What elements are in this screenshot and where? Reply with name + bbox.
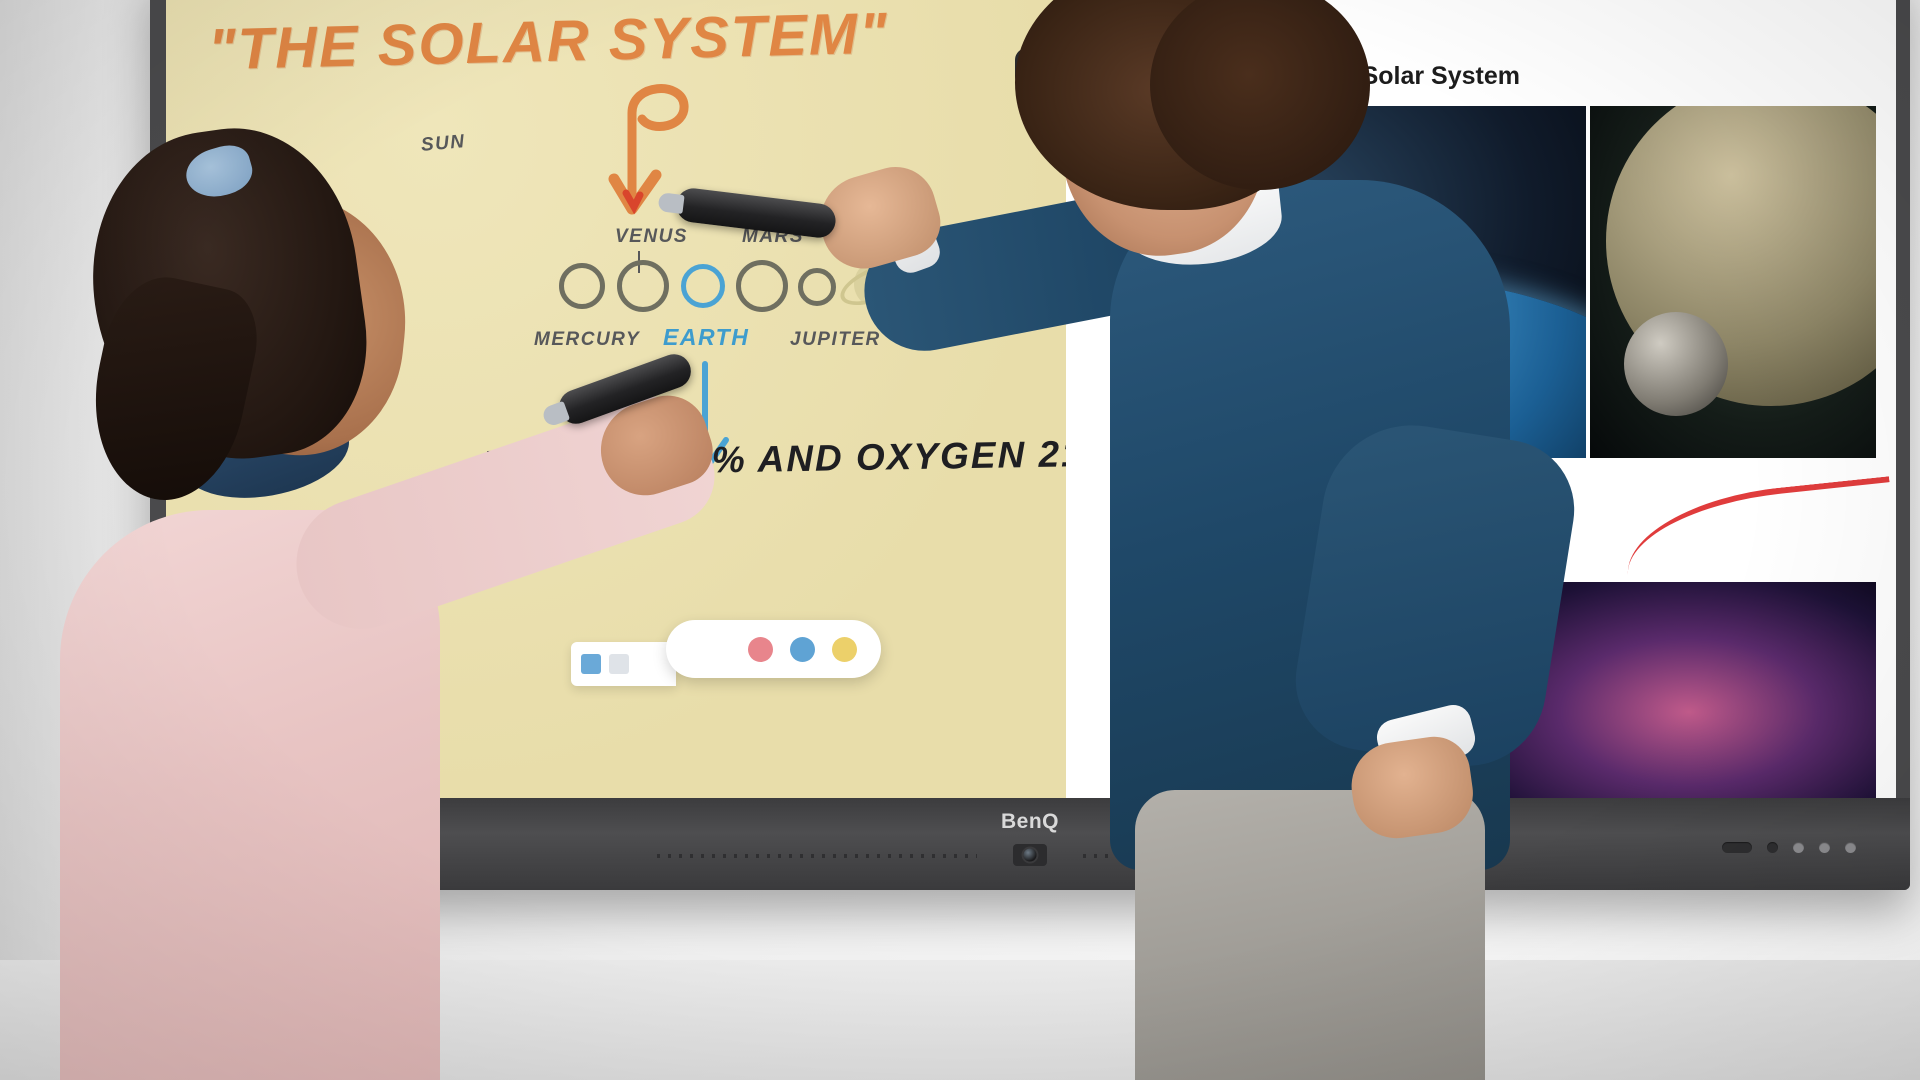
- planet-label-venus: VENUS: [615, 226, 688, 247]
- planet-circle-earth[interactable]: [681, 264, 725, 308]
- bezel-control-cluster[interactable]: [1722, 842, 1856, 853]
- color-palette-toolbar[interactable]: [666, 620, 881, 678]
- ir-sensor-icon: [1767, 842, 1778, 853]
- planet-label-earth: EARTH: [663, 324, 750, 350]
- tool-eraser-icon[interactable]: [609, 654, 629, 674]
- menu-button[interactable]: [1819, 842, 1830, 853]
- toolbar-tool-tray[interactable]: [571, 642, 676, 686]
- planet-label-sun: SUN: [420, 131, 467, 156]
- tool-shape-icon[interactable]: [581, 654, 601, 674]
- blue-swatch[interactable]: [790, 636, 815, 662]
- planet-label-jupiter: JUPITER: [790, 329, 881, 350]
- nfc-sensor-icon[interactable]: [1722, 842, 1752, 853]
- webcam-icon: [1013, 844, 1047, 866]
- planet-circle-venus[interactable]: [617, 260, 669, 312]
- board-title: "THE SOLAR SYSTEM": [207, 0, 890, 83]
- saturn-and-moon-image: [1590, 106, 1876, 458]
- planet-circle-mars[interactable]: [736, 260, 788, 312]
- yellow-swatch[interactable]: [832, 636, 857, 662]
- power-button[interactable]: [1845, 842, 1856, 853]
- pink-swatch[interactable]: [748, 636, 773, 662]
- planet-label-mercury: MERCURY: [534, 329, 641, 350]
- planet-circle-jupiter[interactable]: [798, 268, 836, 306]
- planet-circle-mercury[interactable]: [559, 263, 605, 309]
- microphone-grille-left: [657, 854, 978, 858]
- power-led-icon: [1793, 842, 1804, 853]
- benq-brand-logo: BenQ: [1000, 810, 1060, 833]
- screenshot-root: "THE SOLAR SYSTEM" SUN VENUS MARS SATURN…: [0, 0, 1920, 1080]
